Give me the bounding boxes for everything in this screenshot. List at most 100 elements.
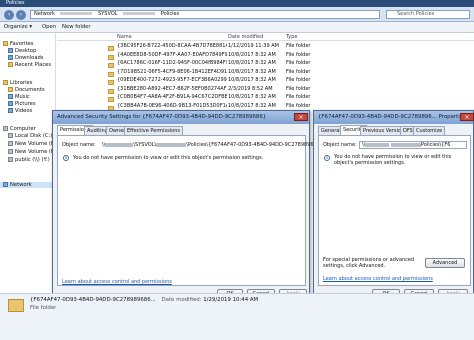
table-row[interactable]: {09EDE400-7272-4923-95F7-ECF3B6A02990} 10… [108, 76, 310, 85]
dialog-title: Advanced Security Settings for {F674AF47… [53, 111, 309, 124]
advanced-button[interactable]: Advanced [425, 258, 465, 268]
nav-new-volume-e[interactable]: New Volume (E:) [8, 141, 58, 147]
permission-message: You do not have permission to view or ed… [334, 154, 452, 166]
object-name-label: Object name: [62, 142, 96, 148]
tab-effective-permissions[interactable]: Effective Permissions [124, 126, 183, 135]
row-date: 10/8/2017 8:32 AM [228, 60, 276, 66]
row-type: File folder [286, 43, 311, 49]
breadcrumb-policies[interactable]: Policies [161, 11, 180, 18]
star-icon [3, 41, 8, 46]
search-input[interactable]: Search Policies [386, 10, 470, 19]
column-header-row: Name Date modified Type [57, 33, 474, 41]
nav-network[interactable]: Network [0, 182, 55, 188]
window-titlebar: Policies [0, 0, 474, 7]
row-type: File folder [286, 102, 311, 109]
object-name-field: \\ Policies\{F6 [359, 141, 467, 149]
table-row[interactable]: {4A0EE8D8-50DF-497F-AA07-E0AFD7849F92} 10… [108, 51, 310, 60]
drive-icon [8, 141, 13, 146]
dialog-title: {F674AF47-0D93-4B4D-94DD-9C2789896... Pr… [314, 111, 473, 124]
tab-customize[interactable]: Customize [413, 126, 446, 135]
row-name: {6AC1786C-016F-11D2-945F-00C04fB984F9} [117, 60, 227, 66]
table-row[interactable]: {C3BB4A7B-0E96-406D-9B13-F01D53D0F1A} 10/… [108, 102, 310, 111]
new-folder-button[interactable]: New folder [62, 22, 91, 33]
breadcrumb-network[interactable]: Network [34, 11, 55, 18]
table-row[interactable]: {6AC1786C-016F-11D2-945F-00C04fB984F9} 10… [108, 59, 310, 68]
redacted-text [156, 142, 187, 147]
search-placeholder: Search Policies [397, 11, 435, 17]
nav-videos[interactable]: Videos [8, 108, 32, 114]
nav-libraries[interactable]: Libraries [3, 80, 32, 86]
nav-recent[interactable]: Recent Places [8, 62, 51, 68]
window-title: Policies [6, 0, 25, 6]
row-date: 1/12/2019 11:39 AM [228, 43, 279, 49]
row-date: 10/8/2017 8:32 AM [228, 51, 276, 58]
security-panel: Object name: \\ Policies\{F6 i You do no… [318, 135, 471, 286]
details-folder-name: {F674AF47-0D93-4B4D-94DD-9C278989686... [30, 297, 156, 303]
row-type: File folder [286, 77, 311, 83]
row-name: {4A0EE8D8-50DF-497F-AA07-E0AFD7849F92} [117, 51, 227, 58]
column-name[interactable]: Name [117, 33, 132, 41]
permissions-panel: Object name: \\ \SYSVOL\ \Policies\{F674AF… [57, 135, 323, 286]
nav-public-drive[interactable]: public (\\) (Y:) [8, 157, 50, 163]
row-name: {3BC95F26-B722-450D-8CAA-4B7D78E881A3} [117, 43, 227, 49]
redacted-text [390, 142, 421, 147]
details-type: File folder [30, 305, 57, 311]
open-button[interactable]: Open [42, 22, 56, 33]
drive-icon [8, 133, 13, 138]
row-date: 10/8/2017 8:32 AM [228, 102, 276, 109]
organize-button[interactable]: Organize ▾ [4, 22, 32, 33]
row-name: {31BBE280-A892-4EC7-B62F-5EF0B0274AFE} [117, 85, 227, 92]
table-row[interactable]: {3BC95F26-B722-450D-8CAA-4B7D78E881A3} 1/… [108, 42, 310, 51]
back-icon[interactable]: ‹ [4, 10, 14, 20]
row-type: File folder [286, 51, 311, 58]
table-row[interactable]: {C0B0B4F7-4A8A-4F2F-B91A-94C67C2DFBE} 10/… [108, 93, 310, 102]
drive-icon [8, 149, 13, 154]
nav-music[interactable]: Music [8, 94, 30, 100]
address-bar[interactable]: Network SYSVOL Policies [30, 10, 380, 19]
address-row: ‹ › Network SYSVOL Policies Search Polic… [0, 7, 474, 22]
nav-desktop[interactable]: Desktop [8, 48, 36, 54]
details-date-label: Date modified: [161, 297, 202, 303]
close-icon[interactable]: × [294, 113, 308, 121]
row-type: File folder [286, 68, 311, 75]
videos-icon [8, 108, 13, 113]
info-icon: i [63, 155, 69, 161]
row-type: File folder [286, 60, 311, 66]
row-date: 10/8/2017 8:32 AM [228, 68, 276, 75]
nav-pictures[interactable]: Pictures [8, 101, 36, 107]
nav-computer[interactable]: Computer [3, 126, 36, 132]
computer-icon [3, 126, 8, 131]
network-drive-icon [8, 157, 13, 162]
redacted-text [105, 142, 134, 147]
table-row[interactable]: {31BBE280-A892-4EC7-B62F-5EF0B0274AFE} 2/… [108, 85, 310, 94]
forward-icon[interactable]: › [16, 10, 26, 20]
music-icon [8, 94, 13, 99]
column-type[interactable]: Type [286, 33, 297, 41]
object-name-value: \\ \SYSVOL\ \Policies\{F674AF47-0D93-4B4D-… [102, 142, 324, 148]
permission-message: You do not have permission to view or ed… [73, 155, 264, 161]
column-date-modified[interactable]: Date modified [228, 33, 263, 41]
close-icon[interactable]: × [460, 113, 474, 121]
breadcrumb-redacted [123, 12, 156, 15]
nav-new-volume-f[interactable]: New Volume (F:) [8, 149, 57, 155]
row-name: {C0B0B4F7-4A8A-4F2F-B91A-94C67C2DFBE} [117, 94, 227, 100]
info-icon: i [324, 155, 330, 161]
row-date: 10/8/2017 8:32 AM [228, 77, 276, 83]
downloads-icon [8, 55, 13, 60]
command-bar: Organize ▾ Open New folder [0, 22, 474, 33]
breadcrumb-sysvol[interactable]: SYSVOL [98, 11, 117, 18]
table-row[interactable]: {7D19B521-06F5-4CF9-8E06-1B412EF4D911} 10… [108, 68, 310, 77]
access-control-link[interactable]: Learn about access control and permissio… [323, 276, 433, 282]
nav-local-disk[interactable]: Local Disk (C:) [8, 133, 52, 139]
breadcrumb-redacted [60, 12, 93, 15]
desktop-icon [8, 48, 13, 53]
details-date: 1/29/2019 10:44 AM [203, 297, 259, 303]
nav-favorites[interactable]: Favorites [3, 41, 33, 47]
row-name: {09EDE400-7272-4923-95F7-ECF3B6A02990} [117, 77, 227, 83]
nav-documents[interactable]: Documents [8, 87, 45, 93]
nav-downloads[interactable]: Downloads [8, 55, 44, 61]
access-control-link[interactable]: Learn about access control and permissio… [62, 279, 172, 285]
navigation-pane: Favorites Desktop Downloads Recent Place… [0, 33, 58, 293]
row-name: {C3BB4A7B-0E96-406D-9B13-F01D53D0F1A} [117, 102, 227, 109]
folder-icon [8, 299, 24, 312]
